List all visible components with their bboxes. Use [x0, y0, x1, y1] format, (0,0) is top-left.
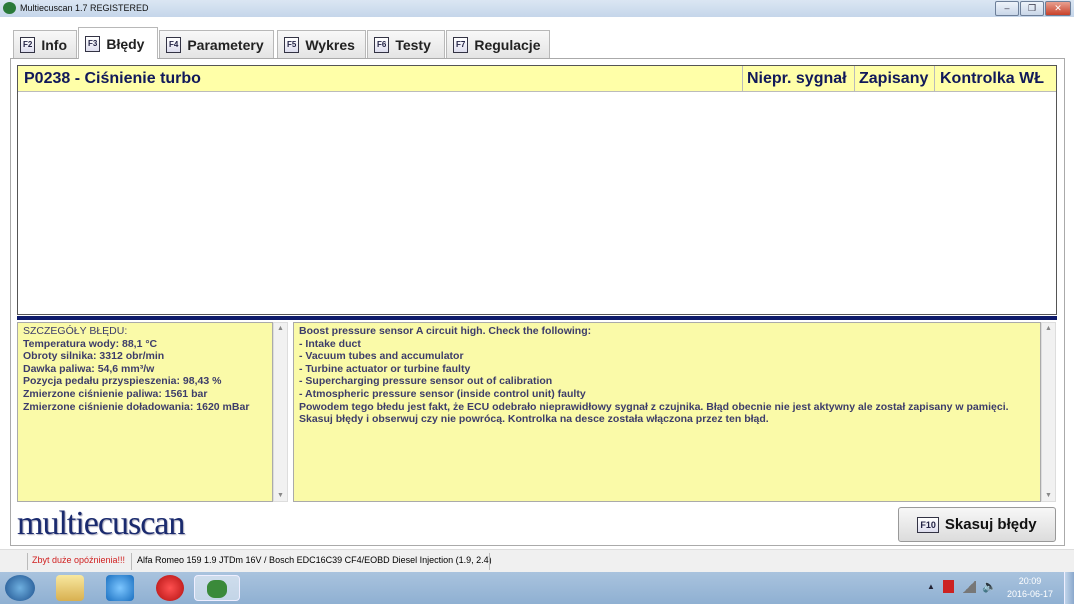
detail-line: Zmierzone ciśnienie doładowania: 1620 mB…	[23, 400, 250, 413]
error-table: P0238 - Ciśnienie turbo Niepr. sygnał Za…	[17, 65, 1057, 315]
clear-errors-button[interactable]: F10 Skasuj błędy	[898, 507, 1056, 542]
tab-parametery[interactable]: F4 Parametery	[159, 30, 274, 58]
tab-label: Parametery	[187, 36, 264, 53]
tab-label: Testy	[395, 36, 431, 53]
clock-date: 2016-06-17	[1006, 589, 1054, 599]
power-icon[interactable]	[943, 580, 954, 593]
status-bar: Zbyt duże opóźnienia!!! Alfa Romeo 159 1…	[0, 549, 1074, 572]
tab-label: Wykres	[305, 36, 355, 53]
f2-key-icon: F2	[20, 36, 36, 53]
clock[interactable]: 20:09 2016-06-17	[1000, 575, 1060, 601]
app-icon	[3, 2, 16, 14]
tab-label: Info	[41, 36, 67, 53]
multiecuscan-logo: multiecuscan	[17, 505, 185, 542]
details-scrollbar[interactable]: ▲ ▼	[273, 322, 288, 502]
error-row[interactable]: P0238 - Ciśnienie turbo Niepr. sygnał Za…	[18, 66, 1056, 92]
show-hidden-icons[interactable]: ▲	[927, 582, 935, 591]
media-app-icon[interactable]	[156, 575, 184, 601]
tab-regulacje[interactable]: F7 Regulacje	[446, 30, 550, 58]
f5-key-icon: F5	[284, 36, 300, 53]
f3-key-icon: F3	[85, 35, 101, 52]
internet-explorer-icon[interactable]	[106, 575, 134, 601]
tab-bledy[interactable]: F3 Błędy	[78, 27, 158, 59]
taskbar: ▲ 🔈 20:09 2016-06-17	[0, 572, 1074, 604]
detail-line: Temperatura wody: 88,1 °C	[23, 337, 158, 350]
clear-errors-label: Skasuj błędy	[944, 516, 1037, 533]
explorer-icon[interactable]	[56, 575, 84, 601]
f4-key-icon: F4	[166, 36, 182, 53]
close-button[interactable]: ✕	[1045, 1, 1071, 16]
detail-line: Pozycja pedału przyspieszenia: 98,43 %	[23, 375, 222, 388]
start-button[interactable]	[5, 575, 35, 601]
status-warning: Zbyt duże opóźnienia!!!	[32, 555, 126, 565]
description-line: - Atmospheric pressure sensor (inside co…	[299, 387, 586, 400]
detail-line: Obroty silnika: 3312 obr/min	[23, 350, 165, 363]
tab-label: Regulacje	[474, 36, 541, 53]
error-description-box: Boost pressure sensor A circuit high. Ch…	[293, 322, 1041, 502]
error-code-title: P0238 - Ciśnienie turbo	[24, 70, 201, 87]
f10-key-icon: F10	[917, 516, 939, 533]
detail-line: Dawka paliwa: 54,6 mm³/w	[23, 362, 155, 375]
description-scrollbar[interactable]: ▲ ▼	[1041, 322, 1056, 502]
f6-key-icon: F6	[374, 36, 390, 53]
volume-icon[interactable]: 🔈	[982, 579, 997, 593]
details-heading: SZCZEGÓŁY BŁĘDU:	[23, 325, 128, 337]
col-warning-lamp: Kontrolka WŁ	[940, 70, 1044, 87]
tab-testy[interactable]: F6 Testy	[367, 30, 445, 58]
divider	[17, 316, 1057, 320]
minimize-button[interactable]: –	[995, 1, 1019, 16]
description-line: Powodem tego błedu jest fakt, że ECU ode…	[299, 400, 1009, 413]
tab-wykres[interactable]: F5 Wykres	[277, 30, 366, 58]
col-stored: Zapisany	[859, 70, 929, 87]
maximize-button[interactable]: ❐	[1020, 1, 1044, 16]
network-icon[interactable]	[962, 581, 976, 593]
window-title: Multiecuscan 1.7 REGISTERED	[20, 3, 149, 13]
f7-key-icon: F7	[453, 36, 469, 53]
description-line: - Intake duct	[299, 337, 361, 350]
description-line: Skasuj błędy i obserwuj czy nie powrócą.…	[299, 413, 769, 426]
tab-info[interactable]: F2 Info	[13, 30, 77, 58]
col-intermittent: Niepr. sygnał	[747, 70, 847, 87]
show-desktop-button[interactable]	[1064, 572, 1074, 604]
status-vehicle: Alfa Romeo 159 1.9 JTDm 16V / Bosch EDC1…	[137, 555, 492, 565]
description-line: - Supercharging pressure sensor out of c…	[299, 375, 553, 388]
title-bar: Multiecuscan 1.7 REGISTERED – ❐ ✕	[0, 0, 1074, 17]
tab-label: Błędy	[106, 35, 145, 52]
description-line: - Turbine actuator or turbine faulty	[299, 362, 471, 375]
error-details-box: SZCZEGÓŁY BŁĘDU: Temperatura wody: 88,1 …	[17, 322, 273, 502]
detail-line: Zmierzone ciśnienie paliwa: 1561 bar	[23, 387, 208, 400]
description-line: Boost pressure sensor A circuit high. Ch…	[299, 325, 592, 337]
clock-time: 20:09	[1018, 576, 1042, 586]
multiecuscan-taskbar-icon[interactable]	[194, 575, 240, 601]
description-line: - Vacuum tubes and accumulator	[299, 350, 464, 363]
